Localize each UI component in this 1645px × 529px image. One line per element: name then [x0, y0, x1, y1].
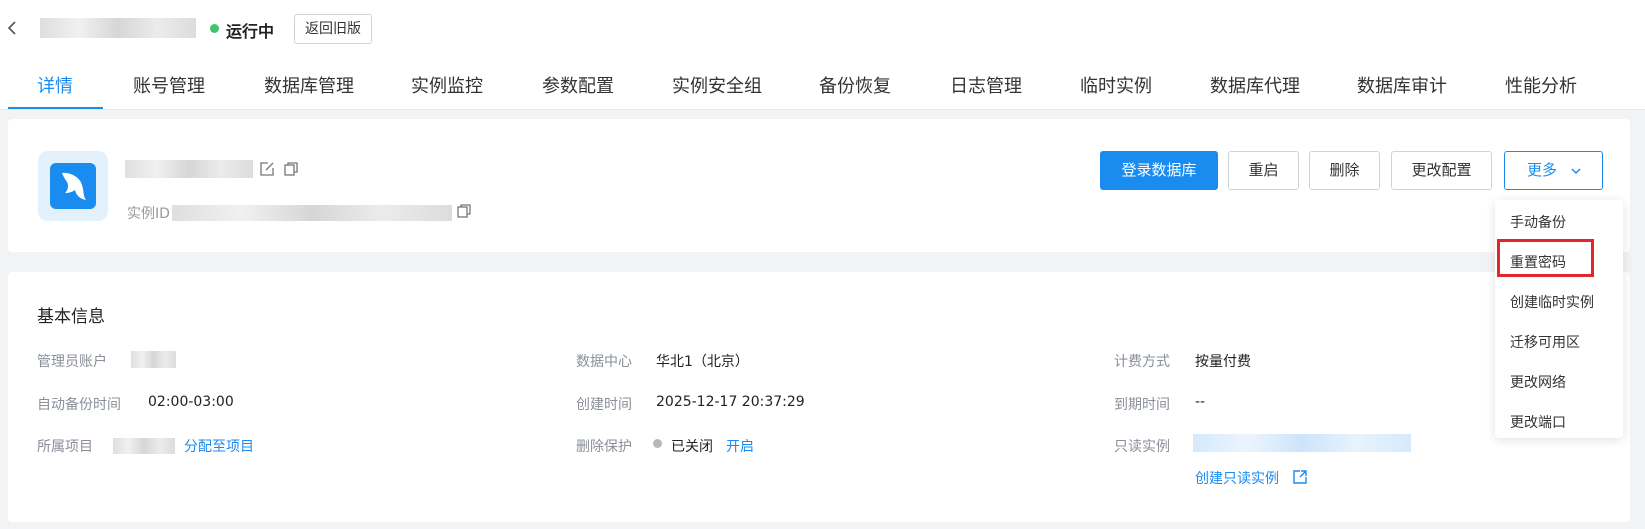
back-arrow-icon[interactable]: [4, 18, 20, 38]
status-text: 运行中: [226, 22, 275, 41]
instance-name-redacted: [125, 160, 253, 178]
top-bar: 运行中 返回旧版 详情 账号管理 数据库管理 实例监控 参数配置 实例安全组 备…: [0, 0, 1645, 110]
instance-summary-card: [8, 119, 1630, 252]
expire-label: 到期时间: [1114, 397, 1170, 413]
tab-performance[interactable]: 性能分析: [1505, 72, 1577, 98]
delete-protection-label: 删除保护: [576, 439, 632, 455]
assign-project-link[interactable]: 分配至项目: [184, 436, 254, 456]
basic-info-card: [8, 272, 1630, 522]
restart-button[interactable]: 重启: [1228, 151, 1299, 190]
back-to-old-version-button[interactable]: 返回旧版: [294, 14, 372, 44]
expire-value: --: [1195, 394, 1206, 410]
billing-value: 按量付费: [1195, 354, 1251, 370]
tab-bar: 详情 账号管理 数据库管理 实例监控 参数配置 实例安全组 备份恢复 日志管理 …: [0, 62, 1645, 110]
dolphin-icon: [62, 172, 86, 200]
menu-item-change-network[interactable]: 更改网络: [1510, 372, 1566, 392]
tab-backup[interactable]: 备份恢复: [819, 72, 891, 98]
tab-parameters[interactable]: 参数配置: [542, 72, 614, 98]
instance-id-redacted: [172, 205, 452, 221]
tab-monitoring[interactable]: 实例监控: [411, 72, 483, 98]
tab-databases[interactable]: 数据库管理: [264, 72, 354, 98]
disabled-status-dot-icon: [653, 439, 662, 448]
enable-protection-link[interactable]: 开启: [726, 436, 754, 456]
instance-id-label: 实例ID: [127, 206, 170, 222]
more-dropdown-menu: 手动备份 重置密码 创建临时实例 迁移可用区 更改网络 更改端口: [1495, 200, 1623, 438]
billing-label: 计费方式: [1114, 354, 1170, 370]
chevron-down-icon: [1571, 168, 1581, 175]
menu-item-migrate-zone[interactable]: 迁移可用区: [1510, 332, 1580, 352]
more-label: 更多: [1527, 161, 1558, 179]
login-database-button[interactable]: 登录数据库: [1100, 151, 1218, 190]
tab-db-audit[interactable]: 数据库审计: [1357, 72, 1447, 98]
delete-protection-value: 已关闭: [671, 439, 713, 455]
datacenter-label: 数据中心: [576, 354, 632, 370]
menu-item-manual-backup[interactable]: 手动备份: [1510, 212, 1566, 232]
menu-item-change-port[interactable]: 更改端口: [1510, 412, 1566, 432]
admin-account-redacted: [131, 351, 176, 368]
tab-security-groups[interactable]: 实例安全组: [672, 72, 762, 98]
created-time-value: 2025-12-17 20:37:29: [656, 394, 805, 410]
datacenter-value: 华北1（北京）: [656, 354, 749, 370]
copy-id-icon[interactable]: [456, 203, 472, 219]
readonly-instance-label: 只读实例: [1114, 439, 1170, 455]
tab-accounts[interactable]: 账号管理: [133, 72, 205, 98]
edit-icon[interactable]: [259, 161, 275, 177]
project-label: 所属项目: [37, 439, 93, 455]
modify-config-button[interactable]: 更改配置: [1391, 151, 1492, 190]
delete-button[interactable]: 删除: [1309, 151, 1380, 190]
readonly-instance-redacted[interactable]: [1193, 434, 1411, 452]
more-dropdown-button[interactable]: 更多: [1504, 151, 1603, 190]
mysql-logo-icon: [38, 151, 108, 221]
created-time-label: 创建时间: [576, 397, 632, 413]
project-redacted: [113, 438, 175, 454]
reset-password-highlight-box: [1497, 239, 1594, 277]
tab-db-proxy[interactable]: 数据库代理: [1210, 72, 1300, 98]
tab-logs[interactable]: 日志管理: [950, 72, 1022, 98]
instance-name-redacted: [40, 18, 196, 38]
backup-time-value: 02:00-03:00: [148, 394, 234, 410]
status-dot-icon: [210, 24, 219, 33]
section-title: 基本信息: [37, 307, 105, 327]
admin-account-label: 管理员账户: [37, 354, 107, 370]
copy-icon[interactable]: [283, 161, 299, 177]
external-link-icon[interactable]: [1292, 469, 1308, 485]
create-readonly-link[interactable]: 创建只读实例: [1195, 468, 1279, 488]
menu-item-create-temp-instance[interactable]: 创建临时实例: [1510, 292, 1594, 312]
tab-temp-instance[interactable]: 临时实例: [1080, 72, 1152, 98]
active-tab-indicator: [8, 107, 103, 109]
backup-time-label: 自动备份时间: [37, 397, 121, 413]
tab-details[interactable]: 详情: [37, 72, 73, 98]
